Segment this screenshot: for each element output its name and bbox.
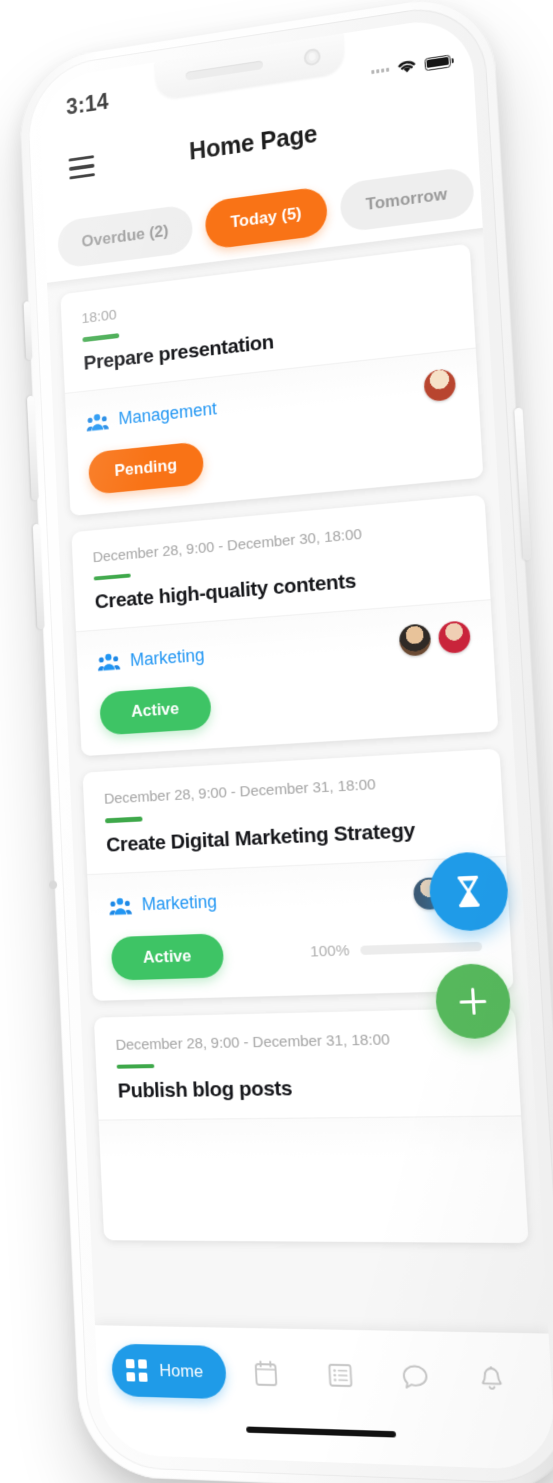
task-assignees[interactable] bbox=[398, 619, 472, 657]
nav-home-label: Home bbox=[158, 1360, 204, 1382]
status-time: 3:14 bbox=[65, 88, 110, 119]
avatar[interactable] bbox=[437, 619, 472, 654]
hamburger-menu-icon[interactable] bbox=[68, 155, 95, 180]
task-card-footer: Marketing Active 100% bbox=[87, 856, 514, 1001]
task-team[interactable]: Marketing bbox=[109, 891, 218, 916]
nav-secondary-items bbox=[229, 1346, 532, 1408]
plus-icon bbox=[458, 986, 488, 1016]
perspective-wrapper: 3:14 Home Page Overdue (2) Today (5) Tom… bbox=[0, 0, 553, 1483]
signal-dots-icon bbox=[371, 67, 390, 75]
task-assignees[interactable] bbox=[412, 875, 486, 911]
task-team[interactable]: Marketing bbox=[97, 645, 205, 673]
phone-mockup: 3:14 Home Page Overdue (2) Today (5) Tom… bbox=[17, 0, 553, 1483]
progress-track bbox=[360, 941, 483, 955]
calendar-icon bbox=[254, 1360, 279, 1387]
task-progress: 100% bbox=[310, 937, 489, 961]
nav-item-notifications[interactable] bbox=[475, 1363, 508, 1396]
people-group-icon bbox=[86, 413, 109, 431]
task-accent-rule bbox=[93, 573, 131, 581]
task-accent-rule bbox=[82, 333, 120, 342]
nav-item-home[interactable]: Home bbox=[110, 1343, 228, 1400]
people-group-icon bbox=[97, 653, 121, 671]
tab-today[interactable]: Today (5) bbox=[204, 185, 329, 251]
task-accent-rule bbox=[116, 1063, 155, 1069]
task-team-name: Marketing bbox=[129, 644, 205, 670]
task-status-row: Active bbox=[99, 667, 474, 736]
task-team-name: Management bbox=[118, 398, 218, 429]
chat-bubble-icon bbox=[400, 1363, 430, 1392]
status-badge[interactable]: Active bbox=[99, 685, 212, 736]
task-date: December 28, 9:00 - December 30, 18:00 bbox=[92, 525, 363, 566]
bell-icon bbox=[478, 1365, 505, 1393]
task-assignees[interactable] bbox=[423, 367, 457, 403]
status-badge[interactable]: Active bbox=[110, 932, 225, 981]
home-indicator[interactable] bbox=[246, 1426, 397, 1438]
nav-item-calendar[interactable] bbox=[251, 1358, 282, 1390]
task-row[interactable]: 18:00 Prepare presentation Management Pe… bbox=[60, 243, 484, 516]
task-accent-rule bbox=[105, 816, 143, 823]
task-team-name: Marketing bbox=[141, 891, 218, 915]
avatar[interactable] bbox=[398, 622, 432, 657]
status-indicators bbox=[371, 53, 452, 80]
status-badge[interactable]: Pending bbox=[87, 440, 205, 495]
task-team-row: Marketing bbox=[97, 618, 472, 679]
task-card-header: December 28, 9:00 - December 31, 18:00 P… bbox=[94, 1007, 521, 1120]
task-card-header: December 28, 9:00 - December 30, 18:00 C… bbox=[71, 494, 490, 631]
task-title: Create Digital Marketing Strategy bbox=[105, 818, 416, 857]
tab-overdue[interactable]: Overdue (2) bbox=[56, 203, 195, 269]
task-date: December 28, 9:00 - December 31, 18:00 bbox=[103, 776, 377, 808]
task-title: Create high-quality contents bbox=[94, 569, 357, 614]
task-team-row: Marketing bbox=[108, 874, 486, 923]
avatar[interactable] bbox=[412, 877, 447, 911]
timer-fab-button[interactable] bbox=[427, 850, 511, 933]
task-list[interactable]: 18:00 Prepare presentation Management Pe… bbox=[47, 227, 553, 1471]
earpiece-speaker bbox=[185, 60, 264, 81]
task-row[interactable]: December 28, 9:00 - December 30, 18:00 C… bbox=[71, 494, 499, 757]
nav-item-chat[interactable] bbox=[399, 1361, 431, 1393]
front-camera bbox=[303, 47, 321, 67]
avatar[interactable] bbox=[423, 367, 457, 403]
task-status-row: Active 100% bbox=[110, 923, 490, 981]
task-team[interactable]: Management bbox=[86, 399, 217, 433]
avatar[interactable] bbox=[452, 875, 486, 909]
grid-icon bbox=[125, 1359, 148, 1382]
task-title: Publish blog posts bbox=[117, 1076, 293, 1103]
tab-tomorrow[interactable]: Tomorrow bbox=[338, 166, 475, 233]
screenshot-stage: 3:14 Home Page Overdue (2) Today (5) Tom… bbox=[0, 0, 553, 1483]
add-task-fab-button[interactable] bbox=[433, 962, 513, 1040]
nav-item-list[interactable] bbox=[324, 1359, 356, 1391]
hourglass-icon bbox=[457, 875, 480, 908]
people-group-icon bbox=[109, 897, 132, 915]
phone-screen: 3:14 Home Page Overdue (2) Today (5) Tom… bbox=[37, 13, 553, 1471]
battery-full-icon bbox=[424, 54, 452, 71]
